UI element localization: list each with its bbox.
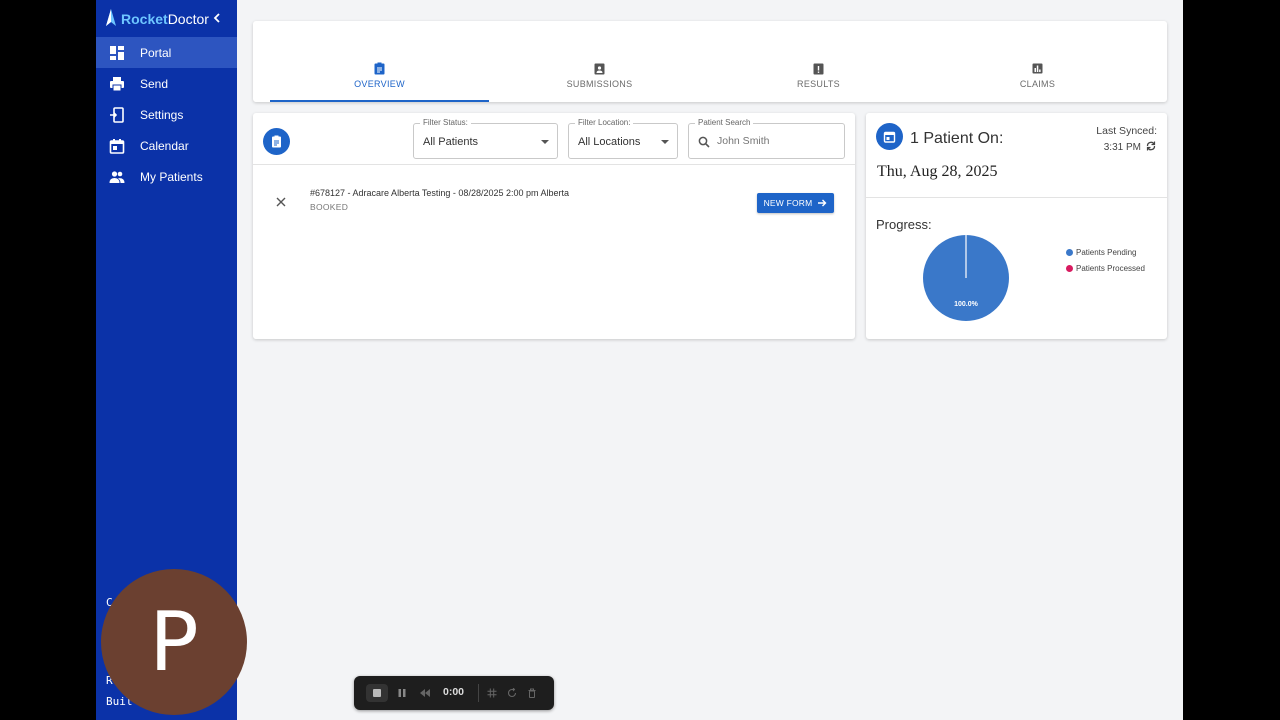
last-synced-label: Last Synced: <box>1096 125 1157 137</box>
appointments-card: Filter Status: All Patients Filter Locat… <box>253 113 855 339</box>
avatar[interactable]: P <box>101 569 247 715</box>
restart-button[interactable] <box>504 684 520 702</box>
last-synced-time: 3:31 PM <box>1103 142 1141 153</box>
clipboard-icon <box>272 135 281 148</box>
patient-search-field[interactable]: Patient Search <box>688 118 845 159</box>
printer-icon <box>110 76 124 91</box>
tab-label: RESULTS <box>797 79 840 89</box>
trash-icon <box>528 688 536 698</box>
sidebar-item-label: My Patients <box>140 169 203 184</box>
legend-item-processed[interactable]: Patients Processed <box>1066 264 1145 273</box>
stop-icon <box>373 689 381 697</box>
calendar-icon <box>109 138 125 154</box>
delete-button[interactable] <box>524 684 540 702</box>
people-icon <box>109 170 125 183</box>
pause-button[interactable] <box>393 684 411 702</box>
legend-dot <box>1066 265 1073 272</box>
brand-name-doctor: Doctor <box>167 11 209 27</box>
recording-toolbar: 0:00 <box>354 676 554 710</box>
selected-date: Thu, Aug 28, 2025 <box>877 163 998 180</box>
bar-chart-icon <box>1032 63 1043 74</box>
tab-submissions[interactable]: SUBMISSIONS <box>490 62 709 102</box>
tab-results[interactable]: RESULTS <box>709 62 928 102</box>
patient-search-label: Patient Search <box>695 118 754 127</box>
tab-label: CLAIMS <box>1019 79 1056 89</box>
appointment-status: BOOKED <box>310 202 349 212</box>
grid-button[interactable] <box>484 684 500 702</box>
brand-logo[interactable]: Rocket Doctor <box>104 6 209 32</box>
legend-label: Patients Pending <box>1076 248 1137 257</box>
tab-claims[interactable]: CLAIMS <box>928 62 1147 102</box>
grid-icon <box>487 688 497 698</box>
progress-pie-chart: 100.0% <box>923 235 1009 321</box>
alert-clipboard-icon <box>813 63 824 75</box>
divider <box>866 197 1167 198</box>
clipboard-badge <box>263 128 290 155</box>
dashboard-icon <box>110 45 124 60</box>
sidebar-item-label: Portal <box>140 45 172 60</box>
filter-location-select[interactable]: Filter Location: All Locations <box>568 118 678 159</box>
stop-button[interactable] <box>366 684 388 702</box>
filter-location-value: All Locations <box>578 136 641 148</box>
sidebar-item-my-patients[interactable]: My Patients <box>96 161 237 192</box>
patient-count-title: 1 Patient On: <box>910 130 1004 147</box>
sidebar-item-settings[interactable]: Settings <box>96 99 237 130</box>
chevron-left-icon[interactable] <box>210 8 224 28</box>
sidebar-item-calendar[interactable]: Calendar <box>96 130 237 161</box>
sidebar-item-label: Calendar <box>140 138 189 153</box>
progress-label: Progress: <box>876 217 932 232</box>
pie-slice-label: 100.0% <box>954 301 979 308</box>
new-form-label: NEW FORM <box>763 198 813 208</box>
app-viewport: Rocket Doctor Portal Send Settings Calen… <box>96 0 1183 720</box>
sidebar-item-send[interactable]: Send <box>96 68 237 99</box>
recording-timer: 0:00 <box>443 686 465 698</box>
sync-icon[interactable] <box>1145 140 1157 152</box>
calendar-badge <box>876 123 903 150</box>
filter-status-label: Filter Status: <box>420 118 471 127</box>
close-icon[interactable] <box>275 196 287 208</box>
sidebar-item-label: Send <box>140 76 169 91</box>
filters-bar: Filter Status: All Patients Filter Locat… <box>253 113 855 165</box>
settings-phone-icon <box>110 106 124 123</box>
legend-label: Patients Processed <box>1076 264 1145 273</box>
legend-item-pending[interactable]: Patients Pending <box>1066 248 1137 257</box>
caret-down-icon <box>661 140 669 144</box>
tab-overview[interactable]: OVERVIEW <box>270 62 489 102</box>
tab-label: OVERVIEW <box>354 79 405 89</box>
calendar-icon <box>883 131 896 143</box>
filter-status-select[interactable]: Filter Status: All Patients <box>413 118 558 159</box>
appointment-title: #678127 - Adracare Alberta Testing - 08/… <box>310 188 570 198</box>
caret-down-icon <box>541 140 549 144</box>
rewind-icon <box>420 689 430 697</box>
divider <box>478 684 479 702</box>
sidebar-item-label: Settings <box>140 107 184 122</box>
legend-dot <box>1066 249 1073 256</box>
tabs-card: OVERVIEW SUBMISSIONS RESULTS CLAIMS <box>253 21 1167 102</box>
rocket-logo-icon <box>106 9 116 26</box>
filter-location-label: Filter Location: <box>575 118 634 127</box>
restart-icon <box>507 688 517 698</box>
clipboard-icon <box>374 62 385 75</box>
pause-icon <box>398 689 406 697</box>
rewind-button[interactable] <box>416 684 434 702</box>
stats-card: 1 Patient On: Last Synced: 3:31 PM Thu, … <box>866 113 1167 339</box>
search-icon <box>698 136 710 148</box>
badge-icon <box>594 63 605 75</box>
filter-status-value: All Patients <box>423 136 479 148</box>
arrow-right-icon <box>818 199 827 207</box>
patient-search-input[interactable] <box>717 133 837 149</box>
tab-label: SUBMISSIONS <box>566 79 633 89</box>
sidebar: Rocket Doctor Portal Send Settings Calen… <box>96 0 247 720</box>
new-form-button[interactable]: NEW FORM <box>757 193 834 213</box>
sidebar-item-portal[interactable]: Portal <box>96 37 237 68</box>
brand-name-rocket: Rocket <box>121 11 168 27</box>
